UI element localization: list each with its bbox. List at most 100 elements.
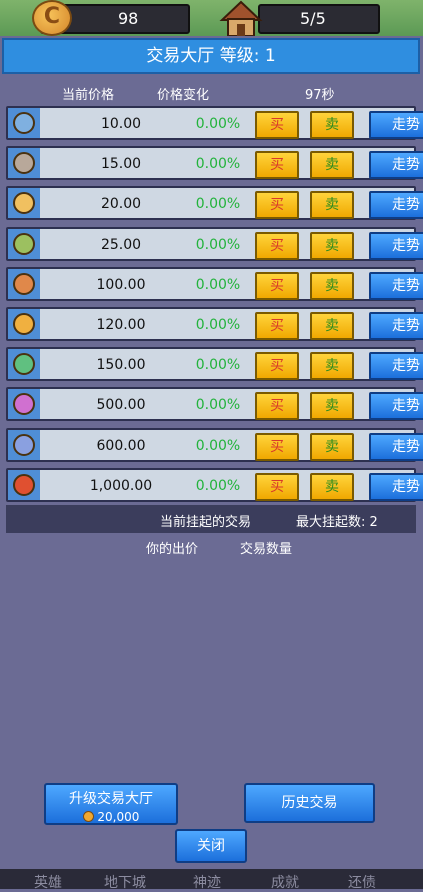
- trade-row: 15.00 0.00% 买卖走势: [6, 146, 423, 181]
- monster-icon: [13, 192, 35, 215]
- trend-button[interactable]: 走势: [369, 352, 423, 381]
- trend-button[interactable]: 走势: [369, 432, 423, 461]
- nav-repay[interactable]: 还债: [348, 872, 376, 892]
- item-icon-frame: [8, 309, 40, 339]
- monster-icon: [13, 152, 35, 175]
- coin-small-icon: [82, 811, 94, 822]
- buy-button[interactable]: 买: [255, 231, 299, 260]
- upgrade-cost: 20,000: [46, 810, 176, 824]
- row-body: 15.00 0.00% 买卖走势: [40, 148, 423, 180]
- buy-button[interactable]: 买: [255, 191, 299, 220]
- trade-row: 1,000.00 0.00% 买卖走势: [6, 467, 423, 502]
- trade-row: 600.00 0.00% 买卖走势: [6, 427, 423, 462]
- nav-heroes[interactable]: 英雄: [34, 872, 62, 892]
- row-body: 600.00 0.00% 买卖走势: [40, 429, 423, 461]
- item-icon-frame: [8, 469, 40, 500]
- nav-achievements[interactable]: 成就: [271, 872, 299, 892]
- buy-button[interactable]: 买: [255, 352, 299, 381]
- trend-button[interactable]: 走势: [369, 151, 423, 180]
- upgrade-hall-button[interactable]: 升级交易大厅 20,000: [44, 783, 178, 825]
- top-bar: C 98 5/5: [0, 0, 423, 36]
- trade-row: 20.00 0.00% 买卖走势: [6, 186, 423, 221]
- trend-button[interactable]: 走势: [369, 392, 423, 421]
- close-button[interactable]: 关闭: [175, 829, 247, 863]
- item-icon-frame: [8, 188, 40, 219]
- upgrade-cost-value: 20,000: [97, 810, 140, 824]
- row-body: 1,000.00 0.00% 买卖走势: [40, 469, 423, 501]
- sell-button[interactable]: 卖: [310, 231, 354, 260]
- sell-button[interactable]: 卖: [310, 312, 354, 340]
- current-price: 25.00: [100, 236, 142, 253]
- house-icon[interactable]: [218, 0, 264, 36]
- row-body: 25.00 0.00% 买卖走势: [40, 228, 423, 260]
- current-price: 15.00: [100, 156, 142, 173]
- coin-count: 98: [118, 9, 139, 28]
- sell-button[interactable]: 卖: [310, 472, 354, 501]
- price-change: 0.00%: [195, 156, 241, 173]
- item-icon-frame: [8, 429, 40, 460]
- current-price: 10.00: [100, 116, 142, 132]
- trend-button[interactable]: 走势: [369, 111, 423, 139]
- sell-button[interactable]: 卖: [310, 191, 354, 220]
- item-icon-frame: [8, 389, 40, 420]
- current-price: 120.00: [96, 317, 146, 333]
- bottom-nav: 英雄 地下城 神迹 成就 还债: [0, 869, 423, 892]
- buy-button[interactable]: 买: [255, 432, 299, 461]
- monster-icon: [13, 433, 35, 456]
- row-body: 120.00 0.00% 买卖走势: [40, 309, 423, 340]
- trend-button[interactable]: 走势: [369, 312, 423, 340]
- trend-button[interactable]: 走势: [369, 271, 423, 300]
- trend-button[interactable]: 走势: [369, 472, 423, 501]
- current-price: 500.00: [96, 397, 146, 414]
- pending-label: 当前挂起的交易: [160, 515, 252, 530]
- monster-icon: [13, 353, 35, 376]
- monster-icon: [13, 473, 35, 496]
- buy-button[interactable]: 买: [255, 392, 299, 421]
- refresh-timer: 97秒: [305, 88, 335, 103]
- trend-button[interactable]: 走势: [369, 231, 423, 260]
- max-pending-label: 最大挂起数: 2: [296, 515, 378, 530]
- quantity-header: 交易数量: [240, 542, 293, 557]
- trade-row: 120.00 0.00% 买卖走势: [6, 307, 423, 341]
- item-icon-frame: [8, 108, 40, 138]
- page-title: 交易大厅 等级: 1: [2, 38, 420, 74]
- monster-icon: [13, 313, 35, 335]
- price-change: 0.00%: [195, 357, 241, 374]
- trade-row: 25.00 0.00% 买卖走势: [6, 226, 423, 261]
- buy-button[interactable]: 买: [255, 111, 299, 139]
- row-body: 20.00 0.00% 买卖走势: [40, 188, 423, 220]
- row-body: 500.00 0.00% 买卖走势: [40, 389, 423, 421]
- row-body: 150.00 0.00% 买卖走势: [40, 349, 423, 381]
- sell-button[interactable]: 卖: [310, 271, 354, 300]
- hero-count: 5/5: [300, 9, 326, 28]
- current-price: 1,000.00: [89, 477, 153, 494]
- current-price: 600.00: [96, 437, 146, 454]
- item-icon-frame: [8, 228, 40, 259]
- sell-button[interactable]: 卖: [310, 352, 354, 381]
- history-button[interactable]: 历史交易: [244, 783, 375, 823]
- sell-button[interactable]: 卖: [310, 392, 354, 421]
- nav-dungeon[interactable]: 地下城: [104, 872, 146, 892]
- row-body: 100.00 0.00% 买卖走势: [40, 268, 423, 300]
- trade-row: 100.00 0.00% 买卖走势: [6, 266, 423, 301]
- current-price: 150.00: [96, 357, 146, 374]
- buy-button[interactable]: 买: [255, 472, 299, 501]
- nav-miracle[interactable]: 神迹: [193, 872, 221, 892]
- col-price: 当前价格: [62, 88, 115, 103]
- trade-row: 10.00 0.00% 买卖走势: [6, 106, 423, 140]
- buy-button[interactable]: 买: [255, 271, 299, 300]
- col-change: 价格变化: [157, 88, 210, 103]
- sell-button[interactable]: 卖: [310, 432, 354, 461]
- current-price: 100.00: [96, 276, 146, 293]
- upgrade-label: 升级交易大厅: [69, 791, 153, 807]
- sell-button[interactable]: 卖: [310, 111, 354, 139]
- item-icon-frame: [8, 148, 40, 179]
- coin-icon: C: [32, 0, 72, 36]
- monster-icon: [13, 112, 35, 134]
- sell-button[interactable]: 卖: [310, 151, 354, 180]
- buy-button[interactable]: 买: [255, 151, 299, 180]
- trend-button[interactable]: 走势: [369, 191, 423, 220]
- buy-button[interactable]: 买: [255, 312, 299, 340]
- row-body: 10.00 0.00% 买卖走势: [40, 108, 423, 139]
- your-bid-header: 你的出价: [146, 542, 199, 557]
